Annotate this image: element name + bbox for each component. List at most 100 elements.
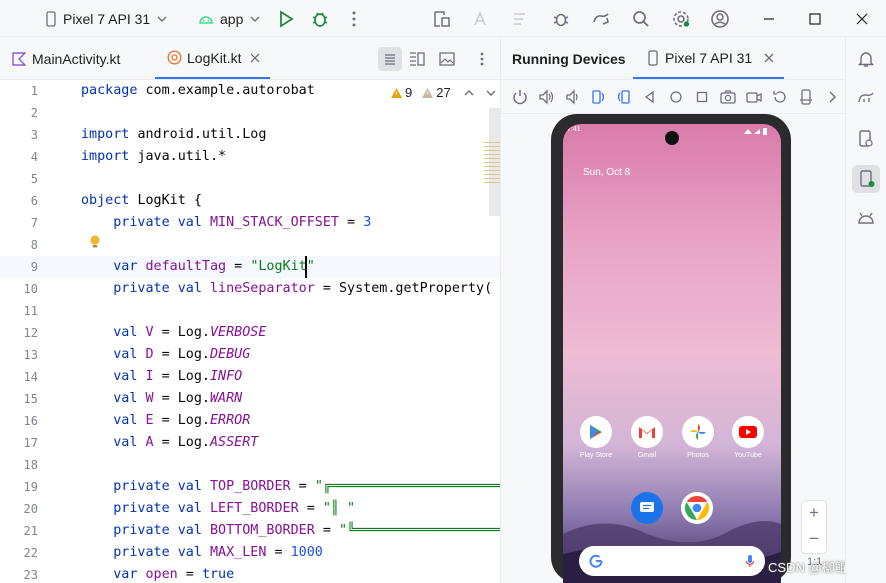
tab-options-button[interactable]: [474, 50, 490, 73]
home-icon[interactable]: [667, 88, 685, 106]
code-line[interactable]: var defaultTag = "LogKit": [81, 256, 315, 278]
layout-inspector-icon[interactable]: [431, 8, 453, 30]
code-token: val: [113, 435, 146, 450]
volume-up-icon[interactable]: [537, 88, 555, 106]
apply-code-changes-icon[interactable]: [510, 8, 532, 30]
code-lines[interactable]: package com.example.autorobat import andr…: [81, 80, 500, 583]
code-token: TOP_BORDER: [210, 479, 291, 494]
sync-gradle-icon[interactable]: [590, 8, 612, 30]
code-token: = System.getProperty( k: [314, 281, 500, 296]
chevron-down-icon[interactable]: [485, 87, 497, 99]
code-token: private val: [113, 281, 210, 296]
tab-logkit[interactable]: LogKit.kt: [155, 38, 271, 79]
code-line[interactable]: val E = Log.ERROR: [81, 410, 250, 432]
code-token: =: [177, 567, 202, 582]
warning-count: 9: [405, 85, 413, 100]
code-line[interactable]: private val LEFT_BORDER = "║ ": [81, 498, 355, 520]
zoom-in-button[interactable]: +: [802, 503, 826, 523]
design-view-button[interactable]: [438, 50, 456, 73]
code-line[interactable]: val W = Log.WARN: [81, 388, 242, 410]
maximize-icon[interactable]: [804, 8, 826, 30]
microphone-icon[interactable]: [745, 554, 755, 568]
dock-messages[interactable]: [631, 492, 663, 524]
overview-icon[interactable]: [693, 88, 711, 106]
code-token: "║ ": [322, 501, 356, 516]
record-video-icon[interactable]: [745, 88, 763, 106]
code-line[interactable]: private val MAX_LEN = 1000: [81, 542, 323, 564]
inspection-widget[interactable]: 9 27: [390, 85, 497, 100]
close-tab-icon[interactable]: [764, 53, 774, 63]
back-icon[interactable]: [641, 88, 659, 106]
line-number: 17: [23, 436, 38, 450]
close-tab-icon[interactable]: [250, 53, 260, 63]
power-icon[interactable]: [511, 88, 529, 106]
running-devices-tool-button[interactable]: [852, 165, 880, 193]
split-view-button[interactable]: [408, 50, 426, 73]
zoom-out-button[interactable]: −: [802, 529, 826, 549]
code-line[interactable]: var open = true: [81, 564, 234, 583]
code-token: MAX_LEN: [210, 545, 267, 560]
gradle-icon[interactable]: [856, 88, 876, 108]
app-gmail[interactable]: Gmail: [627, 416, 667, 459]
app-youtube[interactable]: YouTube: [728, 416, 768, 459]
minimize-icon[interactable]: [758, 8, 780, 30]
code-line[interactable]: val D = Log.DEBUG: [81, 344, 250, 366]
photos-icon: [690, 424, 706, 440]
code-line[interactable]: import android.util.Log: [81, 124, 266, 146]
code-line[interactable]: package com.example.autorobat: [81, 80, 315, 102]
google-search-bar[interactable]: [579, 546, 765, 576]
code-line[interactable]: private val MIN_STACK_OFFSET = 3: [81, 212, 371, 234]
code-line[interactable]: import java.util.*: [81, 146, 226, 168]
debug-icon[interactable]: [309, 8, 331, 30]
settings-icon[interactable]: [670, 8, 692, 30]
attach-debugger-icon[interactable]: [550, 8, 572, 30]
dock-chrome[interactable]: [681, 492, 713, 524]
device-manager-icon[interactable]: [856, 129, 876, 149]
close-icon[interactable]: [851, 8, 873, 30]
more-vertical-icon: [480, 52, 484, 66]
notifications-icon[interactable]: [856, 49, 876, 69]
code-view-button[interactable]: [378, 47, 402, 71]
code-line[interactable]: val I = Log.INFO: [81, 366, 242, 388]
run-config-selector[interactable]: app: [198, 0, 261, 37]
code-token: open: [145, 567, 178, 582]
account-icon[interactable]: [709, 8, 731, 30]
code-line[interactable]: object LogKit {: [81, 190, 202, 212]
rotate-left-icon[interactable]: [589, 88, 607, 106]
chevron-up-icon[interactable]: [463, 87, 475, 99]
line-number-gutter: 1 2 3 4 5 6 7 8 9 10 11 12 13 14 15 16 17 18 19 20 21 22 23: [0, 80, 60, 583]
tab-label: LogKit.kt: [187, 49, 242, 66]
line-number: 19: [23, 480, 38, 494]
zoom-controls: + −: [801, 500, 827, 554]
apply-changes-icon[interactable]: [470, 8, 492, 30]
code-line[interactable]: private val TOP_BORDER = "╔═════════════…: [81, 476, 500, 498]
code-token: "╔══════════════════════: [314, 479, 500, 494]
camera-icon[interactable]: [719, 88, 737, 106]
code-editor[interactable]: 1 2 3 4 5 6 7 8 9 10 11 12 13 14 15 16 17 18 19 20 21 22 23 pa…: [0, 80, 500, 583]
app-play-store[interactable]: Play Store: [576, 416, 616, 459]
device-frame-icon[interactable]: [797, 88, 815, 106]
editor-tab-bar: MainActivity.kt LogKit.kt: [0, 38, 500, 80]
code-line[interactable]: private val BOTTOM_BORDER = "╚══════════…: [81, 520, 500, 542]
code-line[interactable]: val V = Log.VERBOSE: [81, 322, 266, 344]
tab-device[interactable]: Pixel 7 API 31: [633, 38, 785, 79]
chevron-right-icon[interactable]: [823, 88, 841, 106]
line-number: 2: [30, 106, 38, 120]
tab-mainactivity[interactable]: MainActivity.kt: [12, 38, 120, 79]
search-icon[interactable]: [630, 8, 652, 30]
more-vertical-icon[interactable]: [343, 8, 365, 30]
volume-down-icon[interactable]: [563, 88, 581, 106]
phone-screen[interactable]: 7:41 Sun, Oct 8: [563, 124, 781, 583]
code-line[interactable]: val A = Log.ASSERT: [81, 432, 258, 454]
app-photos[interactable]: Photos: [678, 416, 718, 459]
code-line[interactable]: private val lineSeparator = System.getPr…: [81, 278, 500, 300]
tab-label: MainActivity.kt: [32, 50, 121, 67]
kotlin-object-icon: [167, 50, 182, 65]
snapshot-icon[interactable]: [771, 88, 789, 106]
emulator-icon[interactable]: [856, 209, 876, 229]
rotate-right-icon[interactable]: [615, 88, 633, 106]
run-icon[interactable]: [275, 8, 297, 30]
device-selector[interactable]: Pixel 7 API 31: [44, 0, 168, 37]
